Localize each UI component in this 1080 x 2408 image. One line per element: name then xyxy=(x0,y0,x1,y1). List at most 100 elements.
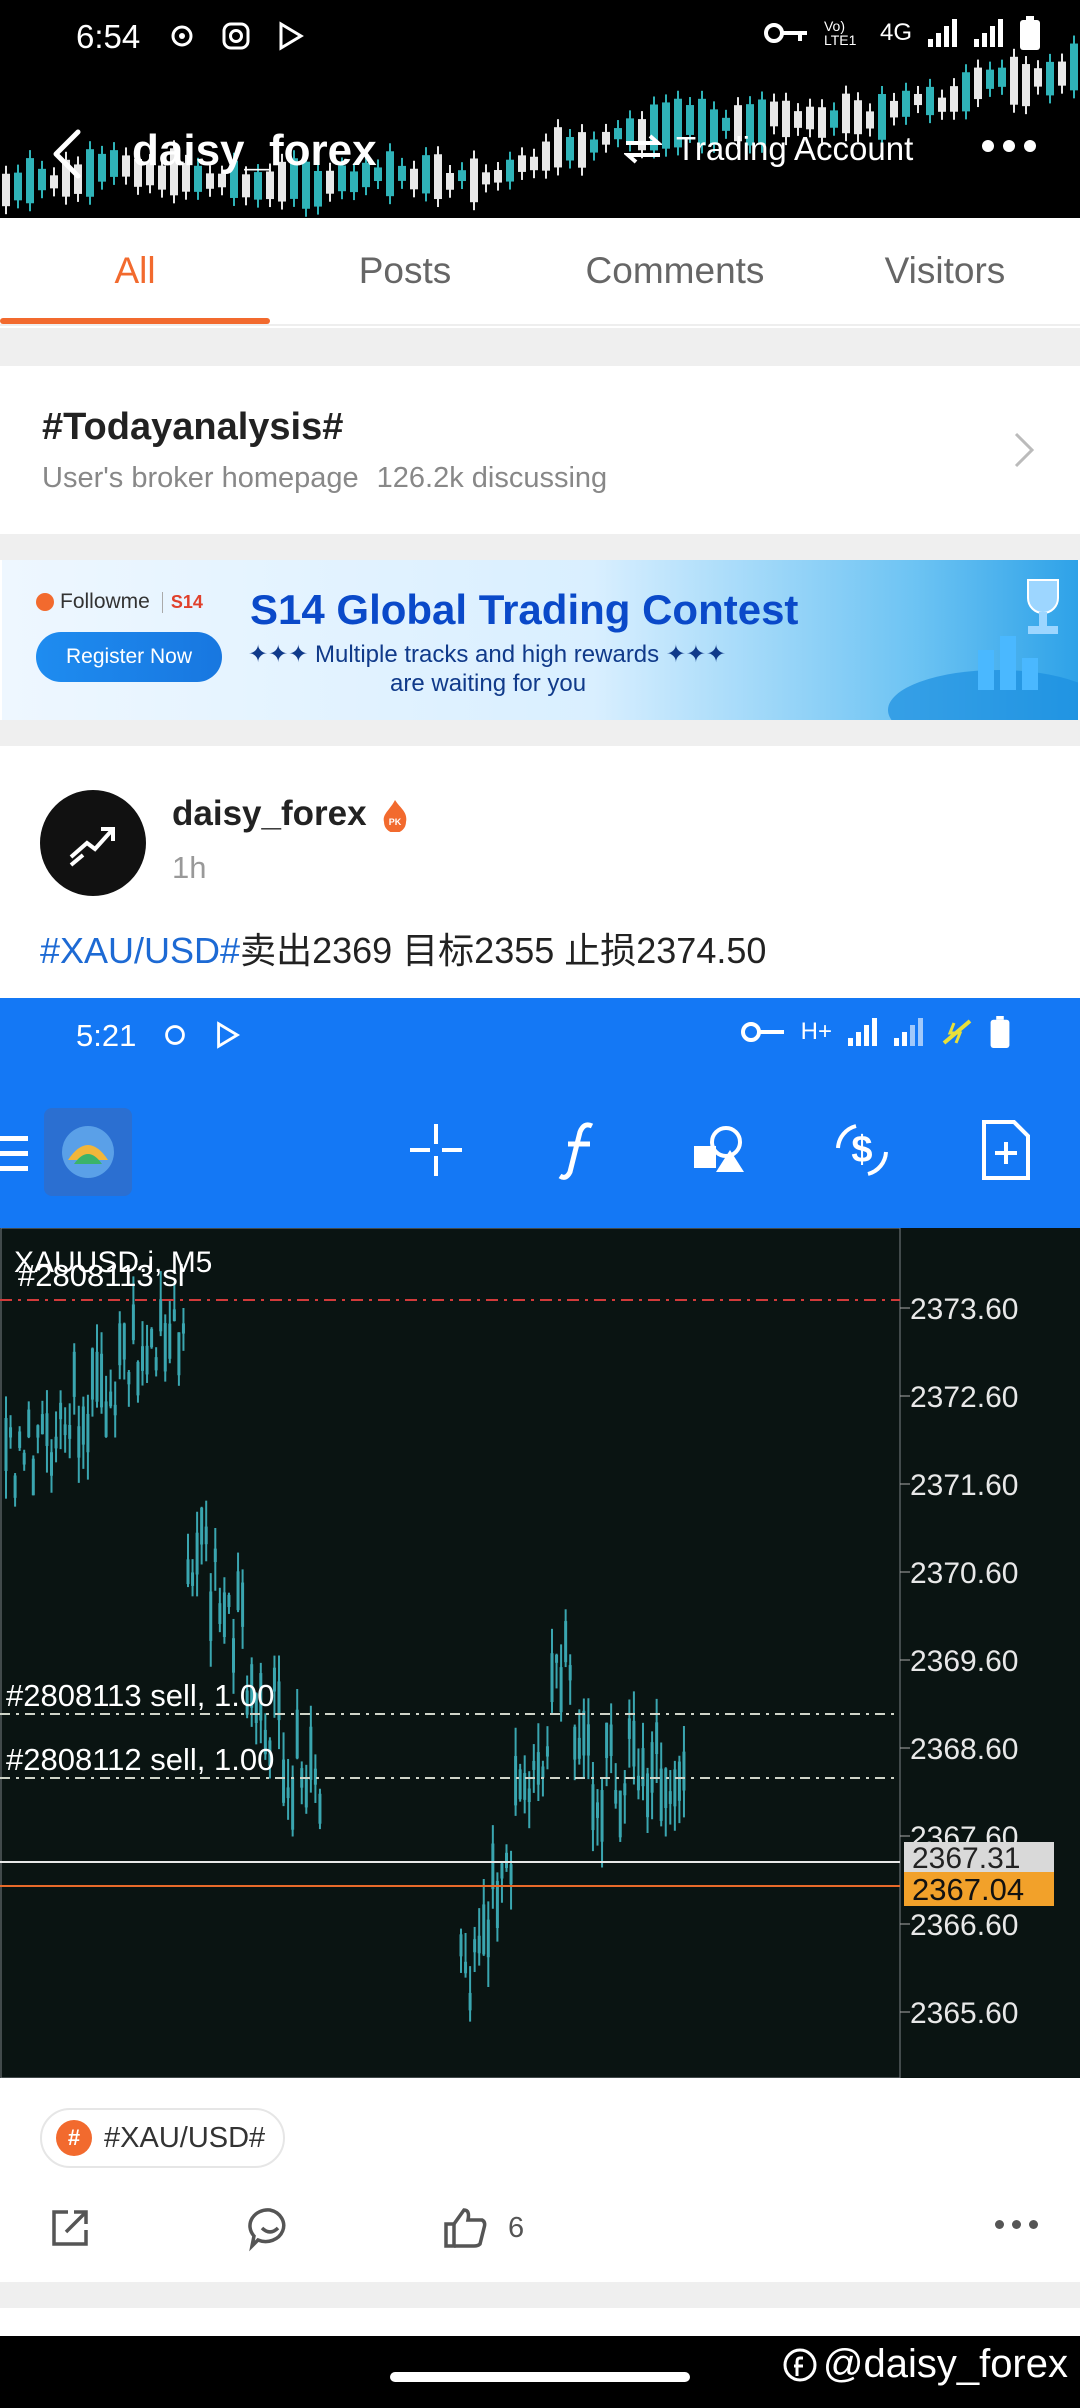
chart-candle xyxy=(486,1901,490,1988)
avatar[interactable] xyxy=(40,790,146,896)
chart-candle xyxy=(559,1644,563,1722)
chart-candle xyxy=(9,1415,13,1449)
nav-bar: daisy_forex Trading Account xyxy=(0,110,1080,200)
chart-candle xyxy=(468,1966,472,2022)
chart-candle xyxy=(282,1732,286,1807)
hamburger-menu-icon[interactable] xyxy=(0,1134,30,1174)
chart-candle xyxy=(40,1400,44,1435)
signal-icon xyxy=(848,1018,877,1046)
trade-button[interactable]: $ xyxy=(822,1110,902,1190)
crosshair-button[interactable] xyxy=(396,1110,476,1190)
chart-candle xyxy=(304,1764,308,1814)
chart-candle xyxy=(59,1390,63,1450)
section-divider xyxy=(0,2282,1080,2308)
metatrader-logo xyxy=(44,1108,132,1196)
instagram-icon xyxy=(222,22,250,50)
chart-candle xyxy=(636,1748,640,1800)
chart-candle xyxy=(122,1322,126,1380)
chart-candle xyxy=(127,1370,131,1407)
chart-candle xyxy=(168,1299,172,1364)
chart-candle xyxy=(596,1789,599,1846)
bid-price-label: 2367.31 xyxy=(912,1842,1020,1875)
section-divider xyxy=(0,720,1080,746)
chart-candle xyxy=(555,1653,559,1689)
new-order-button[interactable] xyxy=(966,1110,1046,1190)
play-store-icon xyxy=(217,1021,241,1049)
tab-comments[interactable]: Comments xyxy=(540,218,810,324)
objects-button[interactable] xyxy=(680,1110,760,1190)
chart-candle xyxy=(536,1723,540,1801)
post-time: 1h xyxy=(172,850,207,885)
chart-candle xyxy=(154,1347,158,1377)
trading-account-label: Trading Account xyxy=(676,130,914,167)
chart-candle xyxy=(191,1559,195,1597)
chart-candle xyxy=(72,1343,76,1415)
chart-candle xyxy=(600,1778,604,1868)
chart-candle xyxy=(241,1569,245,1649)
chart-candle xyxy=(659,1742,663,1827)
banner-brand-tag: S14 xyxy=(161,591,203,613)
comment-button[interactable] xyxy=(246,2204,294,2252)
topic-source: User's broker homepage xyxy=(42,462,359,494)
chart-candle xyxy=(22,1449,26,1471)
status-bar: 6:54 Vo) LTE1 4G xyxy=(0,0,1080,76)
chart-candle xyxy=(605,1722,609,1787)
profile-header: 6:54 Vo) LTE1 4G daisy_forex Trading Acc… xyxy=(0,0,1080,218)
signal-icon-2 xyxy=(894,1018,923,1046)
chart-candle xyxy=(514,1727,518,1816)
chart-candle xyxy=(527,1771,531,1829)
chart-candle xyxy=(482,1878,486,1956)
post-actions: 6 xyxy=(0,2194,1080,2258)
post-topic-tag[interactable]: # #XAU/USD# xyxy=(40,2108,286,2168)
contest-banner[interactable]: Followme S14 Register Now S14 Global Tra… xyxy=(0,560,1080,720)
tab-all[interactable]: All xyxy=(0,218,270,324)
share-button[interactable] xyxy=(46,2204,94,2252)
price-tick-label: 2373.60 xyxy=(910,1293,1018,1326)
like-count: 6 xyxy=(508,2211,525,2244)
chart-candle xyxy=(50,1439,53,1493)
topic-card[interactable]: #Todayanalysis# User's broker homepage 12… xyxy=(0,366,1080,534)
price-tick-label: 2372.60 xyxy=(910,1381,1018,1414)
chart-candle xyxy=(104,1375,108,1438)
current-price-label: 2367.04 xyxy=(912,1872,1024,1907)
embedded-status-bar: 5:21 H+ xyxy=(0,998,1080,1078)
register-now-button[interactable]: Register Now xyxy=(36,632,222,682)
tab-posts[interactable]: Posts xyxy=(270,218,540,324)
chart-candle xyxy=(291,1765,295,1837)
home-indicator[interactable] xyxy=(390,2372,690,2382)
price-tick-label: 2370.60 xyxy=(910,1557,1018,1590)
chart-candle xyxy=(68,1403,72,1459)
banner-brand: Followme xyxy=(60,590,150,613)
watermark: @daisy_forex xyxy=(783,2342,1068,2387)
tab-visitors[interactable]: Visitors xyxy=(810,218,1080,324)
trading-account-switch[interactable]: Trading Account xyxy=(624,130,913,168)
price-chart[interactable]: 2373.60 2372.60 2371.60 2370.60 2369.60 2368.… xyxy=(0,1228,1080,2078)
post-image-screenshot[interactable]: 5:21 H+ $ 2373.60 2372.60 2371.60 2370.6… xyxy=(0,998,1080,2078)
chart-candle xyxy=(646,1767,650,1833)
candlestick-chart[interactable]: 2373.60 2372.60 2371.60 2370.60 2369.60 2368.… xyxy=(0,1228,1080,2078)
chart-candle xyxy=(495,1872,499,1942)
chart-candle xyxy=(632,1691,636,1785)
chart-candle xyxy=(573,1724,577,1781)
indicators-button[interactable] xyxy=(538,1110,618,1190)
signal-icon-2 xyxy=(974,19,1003,47)
embedded-network: H+ xyxy=(800,1018,832,1045)
chart-candle xyxy=(4,1396,8,1499)
back-arrow-icon[interactable] xyxy=(46,126,90,182)
chart-candle xyxy=(309,1705,313,1793)
next-card-edge xyxy=(0,2308,1080,2336)
chart-candle xyxy=(300,1761,304,1805)
hashtag-icon: # xyxy=(56,2120,92,2156)
chart-candle xyxy=(505,1844,508,1872)
post-more-icon[interactable] xyxy=(995,2220,1038,2229)
vpn-key-icon xyxy=(740,1022,784,1042)
chart-candle xyxy=(464,1932,468,1978)
tab-bar: All Posts Comments Visitors xyxy=(0,218,1080,326)
post-hashtag-link[interactable]: #XAU/USD# xyxy=(40,930,240,971)
chart-candle xyxy=(577,1709,581,1765)
chart-candle xyxy=(286,1758,290,1820)
post-author[interactable]: daisy_forex xyxy=(172,794,367,834)
like-button[interactable]: 6 xyxy=(442,2204,524,2252)
more-menu-icon[interactable] xyxy=(982,140,1036,152)
chart-candle xyxy=(27,1401,31,1439)
